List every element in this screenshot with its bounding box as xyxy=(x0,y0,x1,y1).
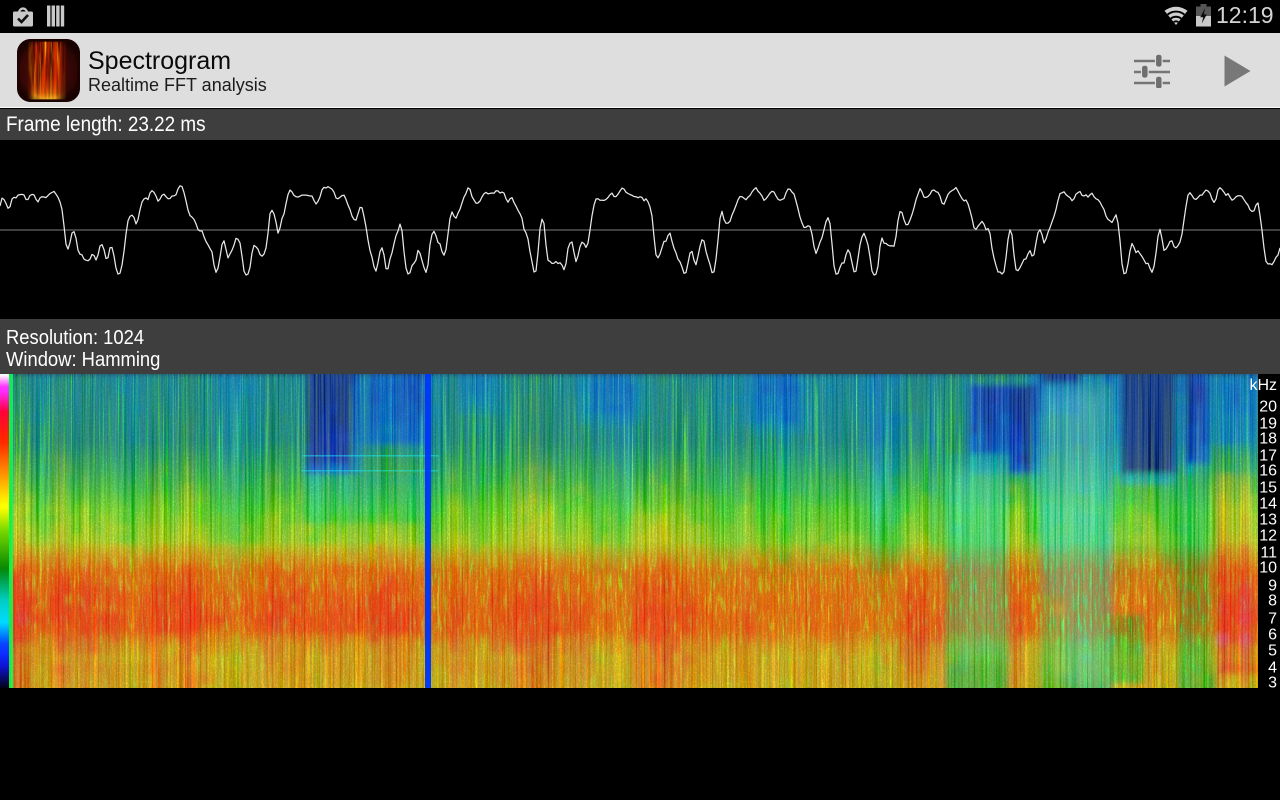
svg-text:16: 16 xyxy=(1259,463,1277,480)
svg-text:kHz: kHz xyxy=(1249,377,1277,394)
svg-text:8: 8 xyxy=(1268,593,1277,610)
svg-text:10: 10 xyxy=(1259,560,1277,577)
svg-text:14: 14 xyxy=(1259,496,1277,513)
svg-text:20: 20 xyxy=(1259,399,1277,416)
svg-text:12: 12 xyxy=(1259,528,1277,545)
svg-text:6: 6 xyxy=(1268,627,1277,644)
svg-text:5: 5 xyxy=(1268,643,1277,660)
svg-text:18: 18 xyxy=(1259,431,1277,448)
svg-text:15: 15 xyxy=(1259,480,1277,497)
svg-text:3: 3 xyxy=(1268,675,1277,689)
svg-text:13: 13 xyxy=(1259,512,1277,529)
svg-text:7: 7 xyxy=(1268,611,1277,628)
